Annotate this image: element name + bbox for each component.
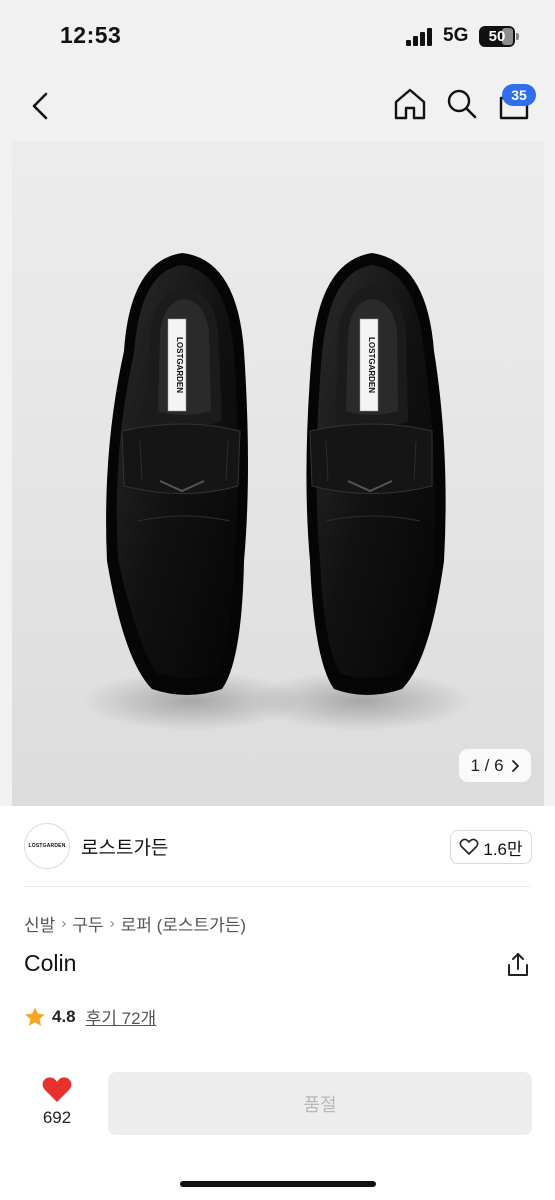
brand-row[interactable]: LOSTGARDEN 로스트가든 1.6만 [0, 806, 555, 886]
nav-bar [0, 72, 555, 140]
back-arrow-icon[interactable] [24, 86, 60, 126]
heart-filled-icon [42, 1077, 72, 1102]
network-type: 5G [443, 25, 469, 46]
wishlist-button[interactable]: 692 [30, 1074, 84, 1134]
brand-logo[interactable]: LOSTGARDEN [24, 823, 70, 869]
sold-out-button[interactable]: 품절 [108, 1072, 532, 1135]
home-icon[interactable] [390, 84, 430, 124]
product-image[interactable]: LOSTGARDEN LOSTGARDEN [12, 141, 544, 806]
brand-name[interactable]: 로스트가든 [81, 833, 168, 860]
home-indicator [180, 1181, 376, 1187]
product-title: Colin [24, 950, 77, 976]
status-bar: 12:53 5G 50 [0, 0, 555, 72]
right-shoe: LOSTGARDEN [306, 253, 446, 695]
wishlist-count: 692 [42, 1108, 72, 1127]
shoe-label-left: LOSTGARDEN [175, 337, 184, 393]
brand-logo-text: LOSTGARDEN [28, 843, 66, 849]
shoe-label-right: LOSTGARDEN [367, 337, 376, 393]
status-time: 12:53 [60, 22, 122, 48]
brand-like-count: 1.6만 [483, 839, 523, 859]
chevron-right-icon [511, 759, 519, 772]
share-icon[interactable] [505, 951, 531, 979]
brand-like-button[interactable]: 1.6만 [450, 830, 532, 864]
breadcrumb: 신발 › 구두 › 로퍼 (로스트가든) [24, 911, 246, 936]
image-counter[interactable]: 1 / 6 [459, 749, 531, 782]
left-shoe: LOSTGARDEN [106, 253, 249, 695]
star-icon [25, 1007, 45, 1026]
image-counter-text: 1 / 6 [470, 755, 504, 775]
divider [24, 886, 531, 887]
rating-value: 4.8 [52, 1006, 76, 1026]
heart-outline-icon [459, 838, 479, 855]
signal-icon [406, 28, 436, 46]
review-link[interactable]: 후기 72개 [86, 1004, 157, 1029]
chevron-right-icon: › [109, 915, 115, 932]
battery-icon: 50 [479, 26, 519, 47]
loafer-shoes-image: LOSTGARDEN LOSTGARDEN [82, 253, 472, 731]
breadcrumb-item[interactable]: 신발 [24, 911, 55, 936]
rating-row: 4.8 후기 72개 [24, 1004, 156, 1029]
chevron-right-icon: › [61, 915, 67, 932]
breadcrumb-item[interactable]: 로퍼 (로스트가든) [121, 911, 247, 936]
battery-level: 50 [488, 28, 506, 45]
search-icon[interactable] [442, 84, 482, 124]
cart-count-badge: 35 [502, 84, 536, 106]
breadcrumb-item[interactable]: 구두 [72, 911, 103, 936]
